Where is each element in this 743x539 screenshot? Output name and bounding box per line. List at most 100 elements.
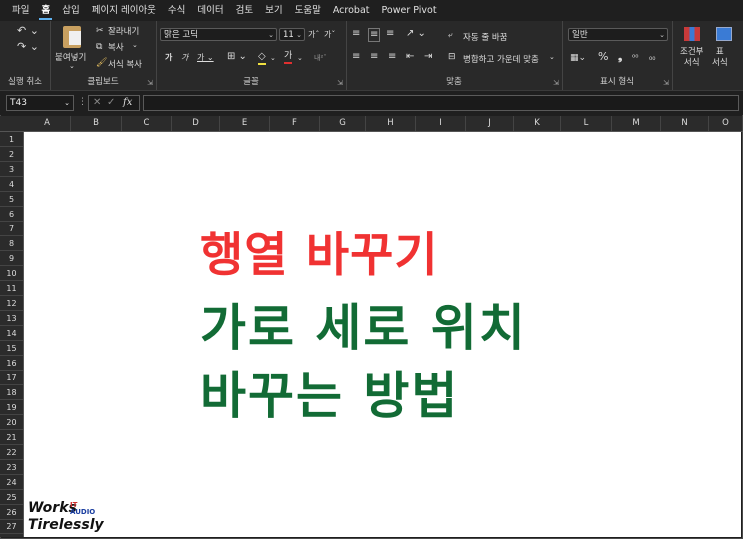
row-header[interactable]: 14 [0, 326, 23, 341]
font-color-icon[interactable]: 가 [284, 50, 293, 64]
paste-dropdown-icon[interactable]: ⌄ [69, 62, 75, 70]
font-color-dropdown-icon[interactable]: ⌄ [297, 52, 303, 64]
format-table-button[interactable]: 표 서식 [712, 47, 728, 69]
row-header[interactable]: 6 [0, 207, 23, 222]
row-header[interactable]: 15 [0, 341, 23, 356]
row-header[interactable]: 10 [0, 266, 23, 282]
number-launcher-icon[interactable]: ⇲ [663, 79, 669, 87]
fill-dropdown-icon[interactable]: ⌄ [270, 52, 276, 64]
font-size-select[interactable]: 11 ⌄ [279, 28, 305, 41]
comma-icon[interactable]: ❟ [618, 51, 622, 63]
scissors-icon[interactable]: ✂ [96, 25, 104, 37]
column-header[interactable]: A [24, 116, 71, 131]
font-grow-icon[interactable]: 가ˆ [308, 29, 319, 41]
row-header[interactable]: 25 [0, 490, 23, 505]
font-name-select[interactable]: 맑은 고딕 ⌄ [160, 28, 277, 41]
column-header[interactable]: G [320, 116, 366, 131]
menu-item-2[interactable]: 삽입 [56, 0, 85, 21]
underline-icon[interactable]: 가 ⌄ [197, 52, 214, 64]
number-format-select[interactable]: 일반 ⌄ [568, 28, 668, 41]
merge-icon[interactable]: ⊟ [448, 51, 456, 63]
menu-item-5[interactable]: 데이터 [191, 0, 229, 21]
percent-icon[interactable]: % [598, 51, 608, 63]
phonetic-icon[interactable]: 내²ˇ [314, 52, 327, 64]
decrease-decimal-icon[interactable]: ₀₀ [649, 52, 655, 64]
row-header[interactable]: 22 [0, 445, 23, 460]
undo-icon[interactable]: ↶ ⌄ [17, 25, 39, 37]
column-header[interactable]: O [709, 116, 743, 131]
column-header[interactable]: I [416, 116, 466, 131]
enter-icon[interactable]: ✓ [107, 97, 115, 108]
row-header[interactable]: 9 [0, 251, 23, 267]
column-header[interactable]: D [172, 116, 220, 131]
column-header[interactable]: C [122, 116, 172, 131]
row-header[interactable]: 5 [0, 192, 23, 207]
font-shrink-icon[interactable]: 가ˇ [324, 29, 335, 41]
menu-item-6[interactable]: 검토 [230, 0, 259, 21]
copy-dropdown-icon[interactable]: ⌄ [132, 41, 138, 49]
row-header[interactable]: 7 [0, 221, 23, 237]
row-header[interactable]: 16 [0, 356, 23, 371]
formula-input[interactable] [143, 95, 739, 111]
column-header[interactable]: N [661, 116, 709, 131]
row-header[interactable]: 20 [0, 415, 23, 431]
cancel-icon[interactable]: ✕ [93, 97, 101, 108]
alignment-launcher-icon[interactable]: ⇲ [553, 79, 559, 87]
column-header[interactable]: M [612, 116, 661, 131]
copy-icon[interactable]: ⧉ [96, 41, 102, 53]
menu-item-4[interactable]: 수식 [162, 0, 191, 21]
format-painter-button[interactable]: 서식 복사 [108, 58, 142, 70]
row-header[interactable]: 19 [0, 400, 23, 416]
row-header[interactable]: 26 [0, 505, 23, 520]
cut-button[interactable]: 잘라내기 [108, 25, 139, 37]
menu-item-8[interactable]: 도움말 [289, 0, 327, 21]
format-table-icon[interactable] [716, 27, 732, 41]
font-launcher-icon[interactable]: ⇲ [337, 79, 343, 87]
conditional-format-icon[interactable] [684, 27, 700, 41]
accounting-icon[interactable]: ▦⌄ [570, 52, 586, 64]
merge-center-button[interactable]: 병합하고 가운데 맞춤 [463, 53, 539, 65]
align-center-icon[interactable]: ≡ [370, 51, 378, 63]
menu-item-9[interactable]: Acrobat [327, 0, 376, 21]
row-header[interactable]: 3 [0, 162, 23, 177]
align-top-icon[interactable]: ≡ [352, 28, 360, 40]
row-header[interactable]: 27 [0, 519, 23, 535]
insert-function-icon[interactable]: fx [123, 97, 132, 108]
row-header[interactable]: 4 [0, 177, 23, 192]
menu-item-10[interactable]: Power Pivot [376, 0, 443, 21]
format-painter-icon[interactable]: 🖌 [96, 57, 107, 69]
row-header[interactable]: 1 [0, 132, 23, 147]
decrease-indent-icon[interactable]: ⇤ [406, 51, 414, 63]
column-header[interactable]: L [561, 116, 612, 131]
italic-icon[interactable]: 가 [181, 52, 188, 64]
name-box[interactable]: T43 ⌄ [6, 95, 74, 111]
row-header[interactable]: 2 [0, 147, 23, 162]
row-header[interactable]: 11 [0, 281, 23, 296]
row-header[interactable]: 24 [0, 475, 23, 490]
row-header[interactable]: 23 [0, 460, 23, 475]
row-header[interactable]: 12 [0, 296, 23, 311]
copy-button[interactable]: 복사 [108, 41, 124, 53]
row-header[interactable]: 18 [0, 385, 23, 401]
bold-icon[interactable]: 가 [165, 52, 172, 64]
row-header[interactable]: 21 [0, 430, 23, 445]
redo-icon[interactable]: ↷ ⌄ [17, 41, 39, 53]
increase-decimal-icon[interactable]: ⁰⁰ [632, 52, 638, 64]
column-header[interactable]: E [220, 116, 270, 131]
menu-item-1[interactable]: 홈 [35, 0, 56, 21]
increase-indent-icon[interactable]: ⇥ [424, 51, 432, 63]
align-middle-icon[interactable]: ≡ [368, 28, 381, 42]
menu-item-7[interactable]: 보기 [259, 0, 288, 21]
row-header[interactable]: 8 [0, 236, 23, 252]
wrap-text-icon[interactable]: ⤶ [448, 29, 452, 41]
column-header[interactable]: B [71, 116, 122, 131]
border-icon[interactable]: ⊞ ⌄ [227, 51, 247, 63]
column-header[interactable]: H [366, 116, 416, 131]
conditional-format-button[interactable]: 조건부 서식 [680, 47, 703, 69]
align-bottom-icon[interactable]: ≡ [386, 28, 394, 40]
menu-item-0[interactable]: 파일 [6, 0, 35, 21]
align-left-icon[interactable]: ≡ [352, 51, 360, 63]
merge-dropdown-icon[interactable]: ⌄ [549, 53, 555, 61]
row-header[interactable]: 17 [0, 370, 23, 386]
wrap-text-button[interactable]: 자동 줄 바꿈 [463, 31, 508, 43]
